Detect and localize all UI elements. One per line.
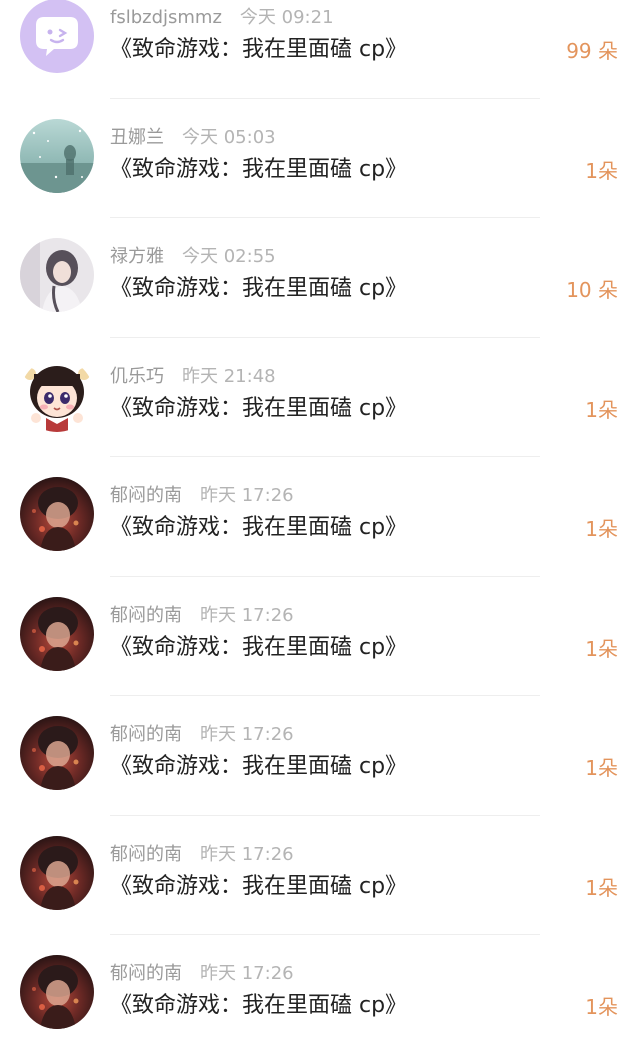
- avatar[interactable]: [20, 118, 94, 193]
- anime-avatar-icon: [20, 955, 94, 1029]
- username: 仉乐巧: [110, 365, 164, 387]
- landscape-photo-icon: [20, 118, 94, 193]
- avatar[interactable]: [20, 596, 94, 671]
- list-item[interactable]: 仉乐巧 昨天 21:48 《致命游戏：我在里面磕 cp》 1朵: [0, 338, 640, 457]
- list-item[interactable]: 郁闷的南 昨天 17:26 《致命游戏：我在里面磕 cp》 1朵: [0, 935, 640, 1055]
- book-title: 《致命游戏：我在里面磕 cp》: [110, 276, 408, 301]
- avatar[interactable]: [20, 955, 94, 1029]
- flower-count: 1朵: [585, 875, 618, 900]
- timestamp: 今天 05:03: [182, 126, 276, 148]
- anime-avatar-icon: [20, 716, 94, 790]
- username: 郁闷的南: [110, 843, 182, 865]
- flower-count: 1朵: [585, 158, 618, 183]
- username: 郁闷的南: [110, 963, 182, 984]
- list-item[interactable]: fslbzdjsmmz 今天 09:21 《致命游戏：我在里面磕 cp》 99 朵: [0, 0, 640, 99]
- anime-avatar-icon: [20, 477, 94, 551]
- chat-bubble-icon: [20, 0, 94, 73]
- flower-count: 1朵: [585, 397, 618, 422]
- avatar[interactable]: [20, 477, 94, 551]
- avatar[interactable]: [20, 357, 94, 432]
- avatar[interactable]: [20, 716, 94, 790]
- gift-record-list: fslbzdjsmmz 今天 09:21 《致命游戏：我在里面磕 cp》 99 朵: [0, 0, 640, 1055]
- anime-avatar-icon: [20, 835, 94, 910]
- avatar[interactable]: [20, 835, 94, 910]
- timestamp: 昨天 17:26: [200, 604, 294, 626]
- flower-count: 99 朵: [566, 39, 618, 63]
- book-title: 《致命游戏：我在里面磕 cp》: [110, 515, 408, 540]
- username: 禄方雅: [110, 246, 164, 267]
- flower-count: 1朵: [585, 517, 618, 541]
- avatar[interactable]: [20, 238, 94, 312]
- timestamp: 昨天 17:26: [200, 963, 294, 984]
- anime-avatar-icon: [20, 596, 94, 671]
- book-title: 《致命游戏：我在里面磕 cp》: [110, 993, 408, 1018]
- cartoon-girl-icon: [20, 357, 94, 432]
- book-title: 《致命游戏：我在里面磕 cp》: [110, 37, 408, 62]
- username: fslbzdjsmmz: [110, 7, 222, 28]
- list-item[interactable]: 禄方雅 今天 02:55 《致命游戏：我在里面磕 cp》 10 朵: [0, 218, 640, 338]
- person-photo-icon: [20, 238, 94, 312]
- book-title: 《致命游戏：我在里面磕 cp》: [110, 634, 408, 660]
- username: 丑娜兰: [110, 126, 164, 148]
- timestamp: 昨天 17:26: [200, 485, 294, 506]
- avatar[interactable]: [20, 0, 94, 73]
- flower-count: 1朵: [585, 756, 618, 780]
- timestamp: 今天 09:21: [239, 7, 334, 28]
- username: 郁闷的南: [110, 604, 182, 626]
- book-title: 《致命游戏：我在里面磕 cp》: [110, 395, 408, 421]
- book-title: 《致命游戏：我在里面磕 cp》: [110, 754, 408, 779]
- flower-count: 1朵: [585, 995, 618, 1019]
- book-title: 《致命游戏：我在里面磕 cp》: [110, 873, 408, 899]
- book-title: 《致命游戏：我在里面磕 cp》: [110, 156, 408, 182]
- username: 郁闷的南: [110, 724, 182, 745]
- list-item[interactable]: 郁闷的南 昨天 17:26 《致命游戏：我在里面磕 cp》 1朵: [0, 457, 640, 577]
- timestamp: 今天 02:55: [182, 246, 276, 267]
- flower-count: 10 朵: [566, 278, 618, 302]
- list-item[interactable]: 丑娜兰 今天 05:03 《致命游戏：我在里面磕 cp》 1朵: [0, 99, 640, 218]
- timestamp: 昨天 17:26: [200, 843, 294, 865]
- list-item[interactable]: 郁闷的南 昨天 17:26 《致命游戏：我在里面磕 cp》 1朵: [0, 696, 640, 816]
- flower-count: 1朵: [585, 636, 618, 661]
- username: 郁闷的南: [110, 485, 182, 506]
- list-item[interactable]: 郁闷的南 昨天 17:26 《致命游戏：我在里面磕 cp》 1朵: [0, 577, 640, 696]
- list-item[interactable]: 郁闷的南 昨天 17:26 《致命游戏：我在里面磕 cp》 1朵: [0, 816, 640, 935]
- timestamp: 昨天 21:48: [182, 365, 276, 387]
- timestamp: 昨天 17:26: [200, 724, 294, 745]
